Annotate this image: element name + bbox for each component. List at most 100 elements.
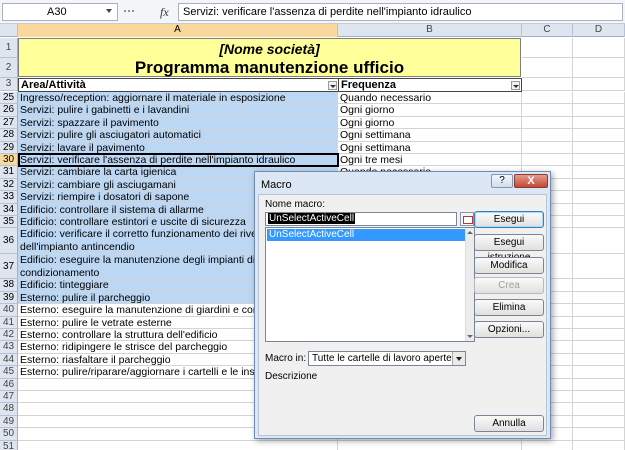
cell-frequency[interactable] <box>338 440 522 450</box>
row-header[interactable]: 50 <box>0 428 18 441</box>
row-header[interactable]: 41 <box>0 316 18 329</box>
cell[interactable] <box>573 141 625 154</box>
cell[interactable] <box>522 104 573 117</box>
cell[interactable] <box>573 38 625 58</box>
row-header[interactable]: 45 <box>0 366 18 379</box>
row-header[interactable]: 35 <box>0 216 18 229</box>
row-header[interactable]: 44 <box>0 353 18 367</box>
header-frequency[interactable]: Frequenza <box>338 78 522 92</box>
cell[interactable] <box>573 228 625 255</box>
cell[interactable] <box>573 166 625 179</box>
cell[interactable] <box>573 129 625 142</box>
cell-frequency[interactable]: Quando necessario <box>338 92 522 105</box>
cell[interactable] <box>573 191 625 204</box>
cell-frequency[interactable]: Ogni settimana <box>338 141 522 154</box>
row-header[interactable]: 43 <box>0 341 18 354</box>
cell[interactable] <box>522 116 573 130</box>
collapse-dialog-icon[interactable] <box>460 212 474 226</box>
filter-dropdown-icon[interactable] <box>328 81 337 90</box>
row-header[interactable]: 2 <box>0 58 18 78</box>
row-header[interactable]: 1 <box>0 38 18 58</box>
column-header-d[interactable]: D <box>573 24 625 37</box>
cell-frequency[interactable]: Ogni tre mesi <box>338 154 522 167</box>
close-button[interactable]: X <box>514 174 548 188</box>
scroll-up-icon[interactable] <box>467 231 473 234</box>
row-header[interactable]: 51 <box>0 440 18 450</box>
cell[interactable] <box>522 92 573 105</box>
row-header[interactable]: 39 <box>0 291 18 305</box>
cell[interactable] <box>573 58 625 78</box>
row-header[interactable]: 48 <box>0 403 18 416</box>
cell[interactable] <box>573 403 625 416</box>
row-header[interactable]: 29 <box>0 141 18 154</box>
cell[interactable] <box>522 58 573 78</box>
cell[interactable] <box>522 154 573 167</box>
cell[interactable] <box>573 291 625 305</box>
cell[interactable] <box>522 440 573 450</box>
column-header-c[interactable]: C <box>522 24 573 37</box>
cell[interactable] <box>573 178 625 192</box>
cell[interactable] <box>573 316 625 329</box>
macro-name-input[interactable]: UnSelectActiveCell <box>265 212 457 226</box>
header-area[interactable]: Area/Attività <box>18 78 339 92</box>
cell-area[interactable]: Servizi: verificare l'assenza di perdite… <box>18 154 338 167</box>
column-header-b[interactable]: B <box>338 24 522 37</box>
cancel-button[interactable]: Annulla <box>474 415 544 432</box>
row-header[interactable]: 28 <box>0 129 18 142</box>
title-block[interactable]: [Nome società] Programma manutenzione uf… <box>18 38 521 77</box>
cell[interactable] <box>573 216 625 229</box>
step-into-button[interactable]: Esegui istruzione <box>474 234 544 263</box>
cell[interactable] <box>522 38 573 58</box>
cell[interactable] <box>573 366 625 379</box>
cell[interactable] <box>573 440 625 450</box>
row-header[interactable]: 25 <box>0 92 18 105</box>
cell[interactable] <box>573 304 625 317</box>
row-header[interactable]: 26 <box>0 104 18 117</box>
cell-area[interactable] <box>18 440 338 450</box>
help-button[interactable]: ? <box>491 174 513 188</box>
cell[interactable] <box>573 279 625 292</box>
cell-area[interactable]: Servizi: lavare il pavimento <box>18 141 338 154</box>
scrollbar[interactable] <box>465 228 474 341</box>
cell-frequency[interactable]: Ogni settimana <box>338 129 522 142</box>
cell[interactable] <box>573 415 625 429</box>
create-button[interactable]: Crea <box>474 277 544 294</box>
cell[interactable] <box>573 116 625 130</box>
cell-area[interactable]: Servizi: pulire gli asciugatori automati… <box>18 129 338 142</box>
row-header[interactable]: 31 <box>0 166 18 179</box>
cell-area[interactable]: Servizi: spazzare il pavimento <box>18 116 338 130</box>
cell[interactable] <box>522 78 573 91</box>
row-header[interactable]: 34 <box>0 203 18 216</box>
name-box[interactable]: A30 <box>2 3 118 21</box>
chevron-down-icon[interactable] <box>452 352 465 365</box>
formula-input[interactable]: Servizi: verificare l'assenza di perdite… <box>178 3 623 21</box>
options-button[interactable]: Opzioni... <box>474 321 544 338</box>
cell[interactable] <box>522 141 573 154</box>
cell[interactable] <box>573 154 625 167</box>
row-header[interactable]: 33 <box>0 191 18 204</box>
row-header[interactable]: 49 <box>0 415 18 429</box>
row-header[interactable]: 47 <box>0 391 18 404</box>
cell[interactable] <box>573 203 625 216</box>
cell[interactable] <box>573 78 625 91</box>
row-header[interactable]: 3 <box>0 78 18 91</box>
row-header[interactable]: 38 <box>0 279 18 292</box>
row-header[interactable]: 36 <box>0 228 18 255</box>
row-header[interactable]: 27 <box>0 116 18 130</box>
cell[interactable] <box>573 92 625 105</box>
cell-area[interactable]: Servizi: pulire i gabinetti e i lavandin… <box>18 104 338 117</box>
macro-list[interactable]: UnSelectActiveCell <box>265 227 475 342</box>
cell-area[interactable]: Ingresso/reception: aggiornare il materi… <box>18 92 338 105</box>
row-header[interactable]: 42 <box>0 329 18 342</box>
insert-function-icon[interactable]: fx <box>160 5 169 20</box>
delete-button[interactable]: Elimina <box>474 299 544 316</box>
cell-frequency[interactable]: Ogni giorno <box>338 116 522 130</box>
list-item[interactable]: UnSelectActiveCell <box>267 229 465 241</box>
row-header[interactable]: 30 <box>0 154 18 167</box>
macro-in-select[interactable]: Tutte le cartelle di lavoro aperte <box>308 351 466 366</box>
filter-dropdown-icon[interactable] <box>511 81 520 90</box>
cell[interactable] <box>573 254 625 280</box>
column-header-a[interactable]: A <box>18 24 338 37</box>
row-header[interactable]: 46 <box>0 378 18 391</box>
edit-button[interactable]: Modifica <box>474 257 544 274</box>
